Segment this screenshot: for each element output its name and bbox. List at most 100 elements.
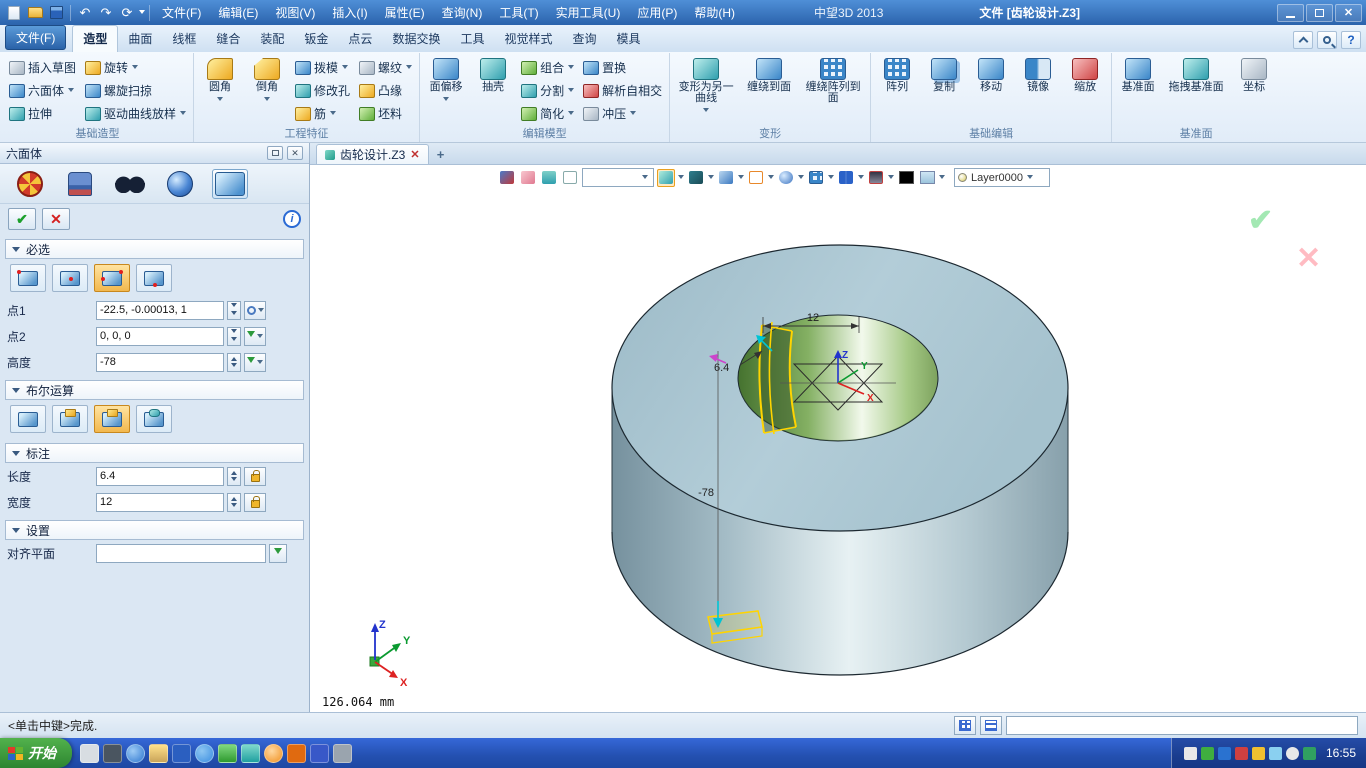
box-button[interactable]: 六面体	[6, 79, 79, 102]
start-button[interactable]: 开始	[0, 738, 72, 768]
new-tab-button[interactable]: +	[433, 146, 449, 162]
rib-button[interactable]: 筋	[292, 102, 353, 125]
layer-combo[interactable]: Layer0000	[954, 168, 1050, 187]
dropdown-icon[interactable]	[858, 175, 864, 182]
wrap-array-to-face-button[interactable]: 缠绕阵列到面	[800, 56, 866, 106]
tab-mold[interactable]: 模具	[607, 26, 651, 52]
window-maximize-button[interactable]	[1306, 4, 1333, 22]
taskbar-clock[interactable]: 16:55	[1326, 746, 1356, 760]
eraser-button[interactable]	[519, 169, 537, 187]
section-required[interactable]: 必选	[5, 239, 304, 259]
tray-volume-icon[interactable]	[1286, 747, 1299, 760]
3d-viewport[interactable]: Layer0000	[310, 165, 1366, 712]
ok-button[interactable]: ✔	[8, 208, 36, 230]
status-grid-toggle[interactable]	[954, 716, 976, 735]
resolve-selfintersection-button[interactable]: 解析自相交	[580, 79, 665, 102]
download-icon[interactable]	[218, 744, 237, 763]
open-file-button[interactable]	[25, 3, 45, 22]
new-file-button[interactable]	[4, 3, 24, 22]
driven-curve-loft-button[interactable]: 驱动曲线放样	[82, 102, 189, 125]
tray-icon-5[interactable]	[1252, 747, 1265, 760]
tab-data-exchange[interactable]: 数据交换	[382, 26, 450, 52]
grid-display-button[interactable]	[807, 169, 825, 187]
menu-inquire[interactable]: 查询(N)	[434, 2, 491, 23]
dropdown-icon[interactable]	[768, 175, 774, 182]
face-offset-button[interactable]: 面偏移	[424, 56, 468, 106]
background-black-button[interactable]	[897, 169, 915, 187]
point2-input[interactable]	[96, 327, 224, 346]
length-input[interactable]	[96, 467, 224, 486]
extrude-button[interactable]: 拉伸	[6, 102, 79, 125]
draft-button[interactable]: 拨模	[292, 56, 353, 79]
tab-tools[interactable]: 工具	[450, 26, 494, 52]
overlay-check-icon[interactable]: ✔	[1248, 203, 1273, 238]
search-button[interactable]	[1317, 31, 1337, 49]
ribbon-collapse-button[interactable]	[1293, 31, 1313, 49]
tab-assembly[interactable]: 装配	[250, 26, 294, 52]
wireframe-mode-button[interactable]	[747, 169, 765, 187]
section-dimensions[interactable]: 标注	[5, 443, 304, 463]
tab-surface[interactable]: 曲面	[118, 26, 162, 52]
box-mode-center-button[interactable]	[52, 264, 88, 292]
status-list-toggle[interactable]	[980, 716, 1002, 735]
quicklaunch-icon-4[interactable]	[149, 744, 168, 763]
quicklaunch-icon-11[interactable]	[310, 744, 329, 763]
dim-length-text[interactable]: 6.4	[714, 362, 729, 374]
sphere-display-button[interactable]	[777, 169, 795, 187]
csys-button[interactable]: 坐标	[1232, 56, 1276, 95]
tray-icon-1[interactable]	[1184, 747, 1197, 760]
dropdown-icon[interactable]	[939, 175, 945, 182]
pick-filter-button[interactable]	[498, 169, 516, 187]
background-blue-button[interactable]	[918, 169, 936, 187]
dropdown-icon[interactable]	[678, 175, 684, 182]
shape-dart-button[interactable]	[12, 169, 48, 199]
move-button[interactable]: 移动	[969, 56, 1013, 95]
menu-utilities[interactable]: 实用工具(U)	[548, 2, 629, 23]
shape-sphere-button[interactable]	[162, 169, 198, 199]
shell-button[interactable]: 抽壳	[471, 56, 515, 95]
fillet-button[interactable]: 圆角	[198, 56, 242, 106]
quicklaunch-icon-8[interactable]	[241, 744, 260, 763]
punch-button[interactable]: 冲压	[580, 102, 665, 125]
tab-visual-style[interactable]: 视觉样式	[494, 26, 562, 52]
panel-pin-button[interactable]	[267, 146, 283, 160]
section-boolean[interactable]: 布尔运算	[5, 380, 304, 400]
info-button[interactable]: i	[283, 210, 301, 228]
layers-button[interactable]	[540, 169, 558, 187]
boolean-intersect-button[interactable]	[136, 405, 172, 433]
menu-view[interactable]: 视图(V)	[267, 2, 323, 23]
width-lock-button[interactable]	[244, 493, 266, 512]
render-mode-button[interactable]	[687, 169, 705, 187]
tab-inquire[interactable]: 查询	[562, 26, 606, 52]
overlay-close-icon[interactable]: ✕	[1296, 241, 1321, 276]
copy-button[interactable]: 复制	[922, 56, 966, 95]
spiral-sweep-button[interactable]: 螺旋扫掠	[82, 79, 189, 102]
redo-button[interactable]: ↷	[96, 3, 116, 22]
cancel-button[interactable]: ✕	[42, 208, 70, 230]
length-spinner[interactable]	[227, 467, 241, 486]
tray-icon-6[interactable]	[1269, 747, 1282, 760]
pattern-button[interactable]: 阵列	[875, 56, 919, 95]
section-settings[interactable]: 设置	[5, 520, 304, 540]
height-picker-button[interactable]	[244, 353, 266, 372]
visibility-button[interactable]	[717, 169, 735, 187]
scene-canvas[interactable]: Z Y X 12 6.4	[310, 165, 1366, 712]
point2-expand-button[interactable]	[227, 327, 241, 346]
combine-button[interactable]: 组合	[518, 56, 577, 79]
tab-close-icon[interactable]: ✕	[410, 148, 419, 161]
box-mode-two-point-button[interactable]	[94, 264, 130, 292]
insert-sketch-button[interactable]: 插入草图	[6, 56, 79, 79]
tray-icon-8[interactable]	[1303, 747, 1316, 760]
datum-plane-button[interactable]: 基准面	[1116, 56, 1160, 95]
selection-filter-combo[interactable]	[582, 168, 654, 187]
quicklaunch-icon-3[interactable]	[126, 744, 145, 763]
undo-button[interactable]: ↶	[75, 3, 95, 22]
regen-button[interactable]: ⟳	[117, 3, 137, 22]
panel-close-button[interactable]: ✕	[287, 146, 303, 160]
menu-insert[interactable]: 插入(I)	[324, 2, 375, 23]
shape-stamp-button[interactable]	[62, 169, 98, 199]
height-input[interactable]	[96, 353, 224, 372]
thread-button[interactable]: 螺纹	[356, 56, 415, 79]
word-icon[interactable]	[172, 744, 191, 763]
revolve-button[interactable]: 旋转	[82, 56, 189, 79]
